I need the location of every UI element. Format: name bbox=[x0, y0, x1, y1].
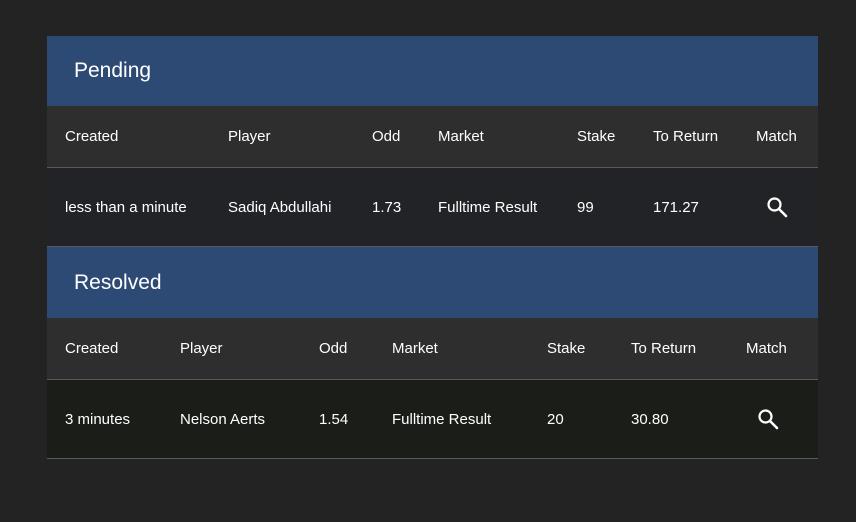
cell-match bbox=[756, 196, 818, 218]
resolved-table-header: Created Player Odd Market Stake To Retur… bbox=[47, 318, 818, 380]
column-header-odd: Odd bbox=[319, 340, 348, 357]
cell-to-return: 171.27 bbox=[653, 198, 699, 216]
cell-market: Fulltime Result bbox=[438, 198, 538, 216]
resolved-section-title: Resolved bbox=[47, 247, 818, 318]
column-header-created: Created bbox=[65, 340, 119, 357]
cell-created: less than a minute bbox=[65, 198, 187, 216]
column-header-match: Match bbox=[756, 128, 797, 145]
column-header-player: Player bbox=[228, 128, 271, 145]
pending-table-header: Created Player Odd Market Stake To Retur… bbox=[47, 106, 818, 168]
cell-stake: 20 bbox=[547, 410, 564, 428]
column-header-player: Player bbox=[180, 340, 223, 357]
table-row: less than a minute Sadiq Abdullahi 1.73 … bbox=[47, 168, 818, 247]
cell-match bbox=[746, 408, 818, 430]
column-header-market: Market bbox=[392, 340, 438, 357]
table-row: 3 minutes Nelson Aerts 1.54 Fulltime Res… bbox=[47, 380, 818, 459]
column-header-to-return: To Return bbox=[631, 340, 697, 357]
column-header-stake: Stake bbox=[577, 128, 616, 145]
cell-created: 3 minutes bbox=[65, 410, 131, 428]
cell-player: Sadiq Abdullahi bbox=[228, 198, 332, 216]
cell-odd: 1.73 bbox=[372, 198, 402, 216]
column-header-match: Match bbox=[746, 340, 787, 357]
cell-odd: 1.54 bbox=[319, 410, 349, 428]
cell-player: Nelson Aerts bbox=[180, 410, 266, 428]
bets-panel: Pending Created Player Odd Market Stake … bbox=[47, 36, 818, 459]
cell-market: Fulltime Result bbox=[392, 410, 492, 428]
column-header-market: Market bbox=[438, 128, 484, 145]
search-icon[interactable] bbox=[757, 408, 779, 430]
search-icon[interactable] bbox=[766, 196, 788, 218]
cell-stake: 99 bbox=[577, 198, 594, 216]
column-header-stake: Stake bbox=[547, 340, 586, 357]
pending-section-title: Pending bbox=[47, 36, 818, 106]
column-header-odd: Odd bbox=[372, 128, 401, 145]
column-header-to-return: To Return bbox=[653, 128, 719, 145]
cell-to-return: 30.80 bbox=[631, 410, 669, 428]
column-header-created: Created bbox=[65, 128, 119, 145]
